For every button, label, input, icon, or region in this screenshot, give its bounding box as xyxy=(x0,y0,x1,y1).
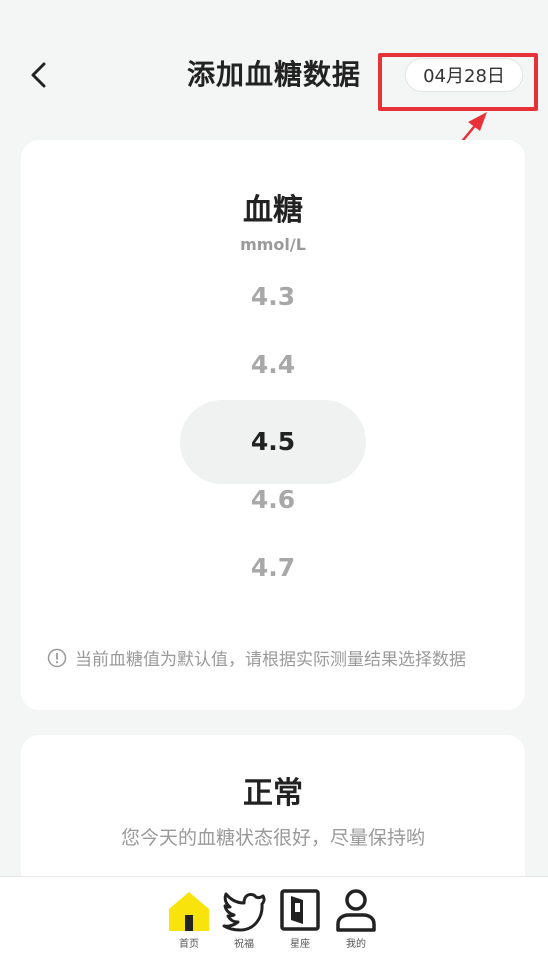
picker-option[interactable]: 4.4 xyxy=(21,350,525,379)
info-icon xyxy=(47,648,67,667)
user-icon xyxy=(336,889,376,932)
default-value-notice: 当前血糖值为默认值，请根据实际测量结果选择数据 xyxy=(47,645,515,670)
nav-label: 首页 xyxy=(179,939,199,950)
add-blood-sugar-page: 添加血糖数据 04月28日 血糖 mmol/L 4.3 4.4 4.5 4.6 … xyxy=(0,0,548,956)
picker-option[interactable]: 4.3 xyxy=(21,282,525,311)
nav-label: 我的 xyxy=(346,939,366,950)
notice-text: 当前血糖值为默认值，请根据实际测量结果选择数据 xyxy=(75,650,466,670)
status-description: 您今天的血糖状态很好，尽量保持哟 xyxy=(120,827,425,849)
annotation-highlight-box xyxy=(378,53,538,111)
door-icon xyxy=(280,889,320,931)
bird-icon xyxy=(222,892,266,932)
metric-title: 血糖 xyxy=(243,193,303,228)
status-card: 正常 您今天的血糖状态很好，尽量保持哟 xyxy=(21,735,525,895)
picker-option-selected[interactable]: 4.5 xyxy=(21,427,525,456)
nav-item-blessing[interactable]: 祝福 xyxy=(214,887,274,950)
home-icon xyxy=(169,892,209,931)
blood-sugar-card: 血糖 mmol/L 4.3 4.4 4.5 4.6 4.7 当前血糖值为默认值，… xyxy=(21,140,525,710)
bottom-navigation: 首页 祝福 星座 我的 xyxy=(0,876,548,956)
nav-item-profile[interactable]: 我的 xyxy=(326,887,386,950)
picker-option[interactable]: 4.7 xyxy=(21,553,525,582)
picker-option[interactable]: 4.6 xyxy=(21,485,525,514)
nav-label: 祝福 xyxy=(234,939,254,950)
metric-unit: mmol/L xyxy=(240,235,306,254)
value-picker[interactable]: 4.3 4.4 4.5 4.6 4.7 xyxy=(21,270,525,610)
status-title: 正常 xyxy=(243,776,303,811)
nav-label: 星座 xyxy=(290,939,310,950)
nav-item-home[interactable]: 首页 xyxy=(159,887,219,950)
nav-item-constellation[interactable]: 星座 xyxy=(270,887,330,950)
